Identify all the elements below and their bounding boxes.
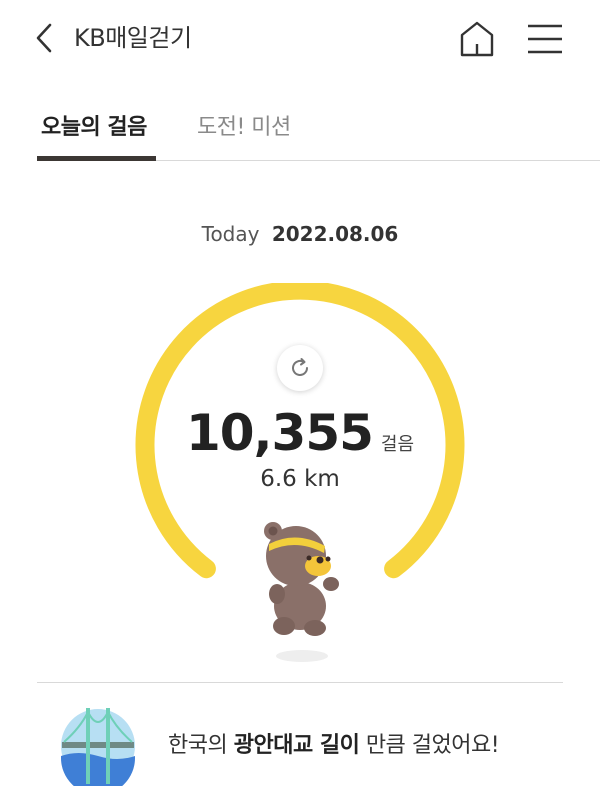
refresh-button[interactable] — [277, 345, 323, 391]
app-header: KB매일걷기 — [0, 0, 600, 76]
message-highlight: 광안대교 길이 — [233, 733, 360, 758]
steps-unit: 걸음 — [380, 434, 415, 455]
tab-bar: 오늘의 걸음 도전! 미션 — [37, 100, 600, 161]
menu-button[interactable] — [524, 18, 566, 60]
home-button[interactable] — [456, 18, 498, 60]
hamburger-menu-icon — [528, 24, 562, 54]
date-value: 2022.08.06 — [271, 222, 399, 246]
date-label: Today — [201, 222, 260, 246]
tab-challenge-mission[interactable]: 도전! 미션 — [197, 112, 291, 144]
chevron-left-icon — [36, 23, 52, 53]
steps-row: 10,355 걸음 — [0, 404, 600, 462]
section-divider — [37, 682, 563, 683]
message-prefix: 한국의 — [168, 733, 234, 758]
steps-count: 10,355 — [185, 404, 374, 462]
tab-todays-steps[interactable]: 오늘의 걸음 — [41, 112, 147, 144]
date-row: Today 2022.08.06 — [0, 218, 600, 250]
walking-achievement-message: 한국의 광안대교 길이 만큼 걸었어요! — [168, 728, 500, 764]
home-icon — [460, 21, 494, 57]
refresh-icon — [292, 358, 308, 376]
active-tab-indicator — [37, 156, 156, 161]
message-suffix: 만큼 걸었어요! — [359, 733, 500, 758]
bear-mascot-illustration — [264, 522, 339, 662]
app-title: KB매일걷기 — [74, 24, 192, 52]
bridge-icon — [61, 708, 135, 786]
back-button[interactable] — [30, 20, 60, 56]
distance-value: 6.6 km — [260, 466, 340, 492]
